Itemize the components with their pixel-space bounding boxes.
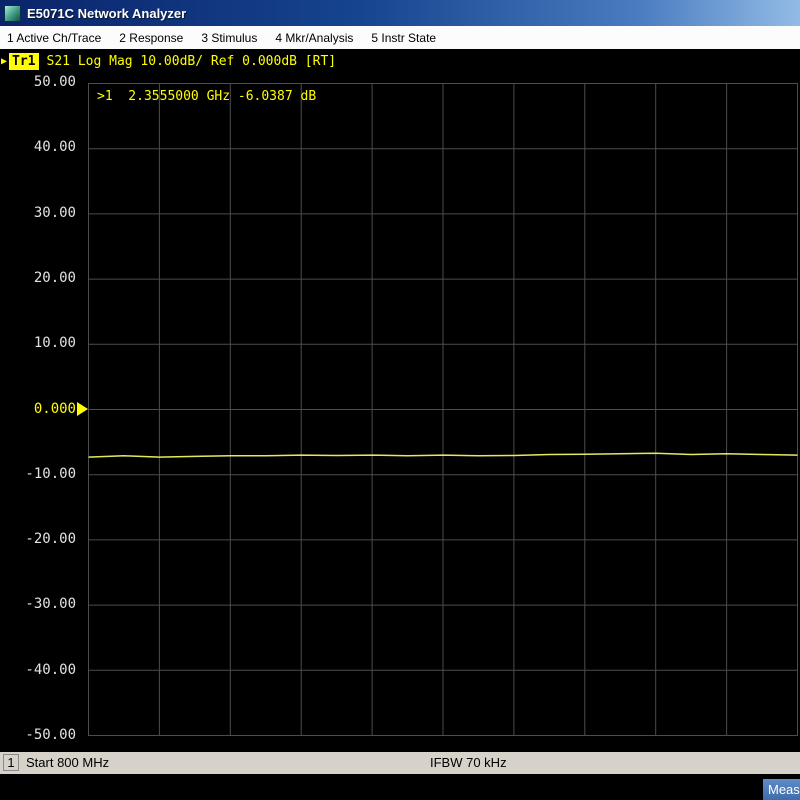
menu-stimulus[interactable]: 3 Stimulus: [201, 31, 257, 45]
channel-number-box: 1: [3, 754, 19, 771]
y-axis-label: -50.00: [6, 727, 76, 743]
y-axis-label: -40.00: [6, 662, 76, 678]
y-axis-label: -10.00: [6, 466, 76, 482]
start-frequency-label: Start 800 MHz: [26, 755, 109, 770]
menu-mkr-analysis[interactable]: 4 Mkr/Analysis: [275, 31, 353, 45]
window-title: E5071C Network Analyzer: [27, 6, 186, 21]
plot-svg: [88, 83, 798, 736]
menu-instr-state[interactable]: 5 Instr State: [371, 31, 436, 45]
reference-level-marker-icon[interactable]: [77, 402, 88, 416]
graticule-plot-area: >1 2.3555000 GHz -6.0387 dB: [88, 83, 798, 736]
y-axis-label: 40.00: [6, 139, 76, 155]
meas-softkey-tab[interactable]: Meas: [763, 779, 800, 800]
y-axis-label: 30.00: [6, 205, 76, 221]
status-bar: 1 Start 800 MHz IFBW 70 kHz: [0, 752, 800, 774]
y-axis-label: 20.00: [6, 270, 76, 286]
trace1-label[interactable]: Tr1: [9, 53, 38, 70]
trace1-settings-text: S21 Log Mag 10.00dB/ Ref 0.000dB [RT]: [47, 54, 337, 69]
menu-response[interactable]: 2 Response: [119, 31, 183, 45]
y-axis-label: 50.00: [6, 74, 76, 90]
y-axis-label: -20.00: [6, 531, 76, 547]
analyzer-screen: E5071C Network Analyzer 1 Active Ch/Trac…: [0, 0, 800, 800]
y-axis-label: 0.000: [6, 401, 76, 417]
y-axis-label: 10.00: [6, 335, 76, 351]
ifbw-label: IFBW 70 kHz: [430, 755, 507, 770]
app-icon: [4, 5, 21, 22]
window-titlebar[interactable]: E5071C Network Analyzer: [0, 0, 800, 26]
trace-status-bar: ▶ Tr1 S21 Log Mag 10.00dB/ Ref 0.000dB […: [0, 49, 800, 74]
marker1-readout: >1 2.3555000 GHz -6.0387 dB: [97, 89, 316, 104]
menu-active-ch-trace[interactable]: 1 Active Ch/Trace: [7, 31, 101, 45]
active-trace-arrow-icon: ▶: [1, 56, 7, 67]
menu-bar: 1 Active Ch/Trace 2 Response 3 Stimulus …: [0, 26, 800, 49]
y-axis-label: -30.00: [6, 596, 76, 612]
